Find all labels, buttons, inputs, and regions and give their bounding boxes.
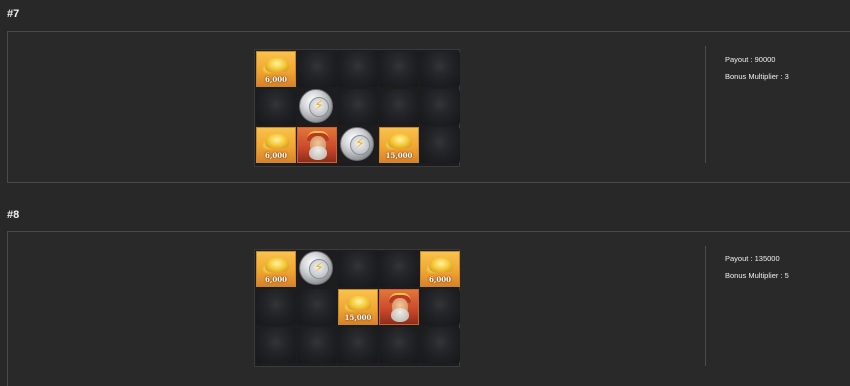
gold-ingot-symbol: 15,000 bbox=[379, 127, 419, 163]
symbol-value: 6,000 bbox=[265, 75, 287, 84]
lightning-icon: ⚡ bbox=[314, 260, 324, 276]
blank-symbol bbox=[338, 327, 378, 363]
character-beard-icon bbox=[309, 146, 327, 160]
symbol-value: 6,000 bbox=[265, 275, 287, 284]
gold-ingot-symbol: 6,000 bbox=[256, 251, 296, 287]
bonus-multiplier-text: Bonus Multiplier : 5 bbox=[725, 271, 789, 280]
gold-ingot-icon bbox=[347, 296, 371, 310]
blank-symbol bbox=[297, 327, 337, 363]
symbol-value: 6,000 bbox=[265, 151, 287, 160]
gold-ingot-icon bbox=[265, 258, 289, 272]
slot-grid: 6,000 ⚡ 6,000 ⚡ 15,000 bbox=[254, 49, 460, 167]
symbol-value: 15,000 bbox=[344, 313, 372, 322]
coin-icon: ⚡ bbox=[299, 251, 333, 285]
character-symbol bbox=[379, 289, 419, 325]
blank-symbol bbox=[338, 51, 378, 87]
symbol-value: 15,000 bbox=[385, 151, 413, 160]
blank-symbol bbox=[420, 127, 460, 163]
bonus-multiplier-text: Bonus Multiplier : 3 bbox=[725, 72, 789, 81]
payout-text: Payout : 135000 bbox=[725, 254, 780, 263]
gold-ingot-icon bbox=[265, 58, 289, 72]
blank-symbol bbox=[338, 89, 378, 125]
blank-symbol bbox=[256, 289, 296, 325]
slot-grid: 6,000 ⚡ 6,000 15,000 bbox=[254, 249, 460, 367]
gold-ingot-symbol: 6,000 bbox=[420, 251, 460, 287]
gold-ingot-icon bbox=[388, 134, 412, 148]
divider bbox=[705, 46, 706, 163]
blank-symbol bbox=[297, 51, 337, 87]
blank-symbol bbox=[256, 327, 296, 363]
blank-symbol bbox=[379, 89, 419, 125]
blank-symbol bbox=[256, 89, 296, 125]
round-title: #7 bbox=[7, 8, 20, 20]
character-beard-icon bbox=[391, 308, 409, 322]
gold-ingot-icon bbox=[265, 134, 289, 148]
blank-symbol bbox=[379, 327, 419, 363]
coin-icon: ⚡ bbox=[299, 89, 333, 123]
blank-symbol bbox=[379, 51, 419, 87]
coin-icon: ⚡ bbox=[340, 127, 374, 161]
round-title: #8 bbox=[7, 209, 20, 221]
silver-coin-symbol: ⚡ bbox=[297, 251, 337, 287]
silver-coin-symbol: ⚡ bbox=[338, 127, 378, 163]
symbol-value: 6,000 bbox=[429, 275, 451, 284]
blank-symbol bbox=[420, 289, 460, 325]
blank-symbol bbox=[297, 289, 337, 325]
character-symbol bbox=[297, 127, 337, 163]
round-panel: 6,000 ⚡ 6,000 ⚡ 15,000 Payout : 90000 Bonus … bbox=[7, 31, 850, 183]
lightning-icon: ⚡ bbox=[355, 136, 365, 152]
blank-symbol bbox=[420, 51, 460, 87]
lightning-icon: ⚡ bbox=[314, 98, 324, 114]
blank-symbol bbox=[420, 327, 460, 363]
gold-ingot-icon bbox=[429, 258, 453, 272]
blank-symbol bbox=[420, 89, 460, 125]
gold-ingot-symbol: 6,000 bbox=[256, 127, 296, 163]
divider bbox=[705, 246, 706, 366]
gold-ingot-symbol: 15,000 bbox=[338, 289, 378, 325]
payout-text: Payout : 90000 bbox=[725, 55, 776, 64]
silver-coin-symbol: ⚡ bbox=[297, 89, 337, 125]
blank-symbol bbox=[379, 251, 419, 287]
gold-ingot-symbol: 6,000 bbox=[256, 51, 296, 87]
blank-symbol bbox=[338, 251, 378, 287]
round-panel: 6,000 ⚡ 6,000 15,000 Payout : 135000 Bonus … bbox=[7, 231, 850, 386]
